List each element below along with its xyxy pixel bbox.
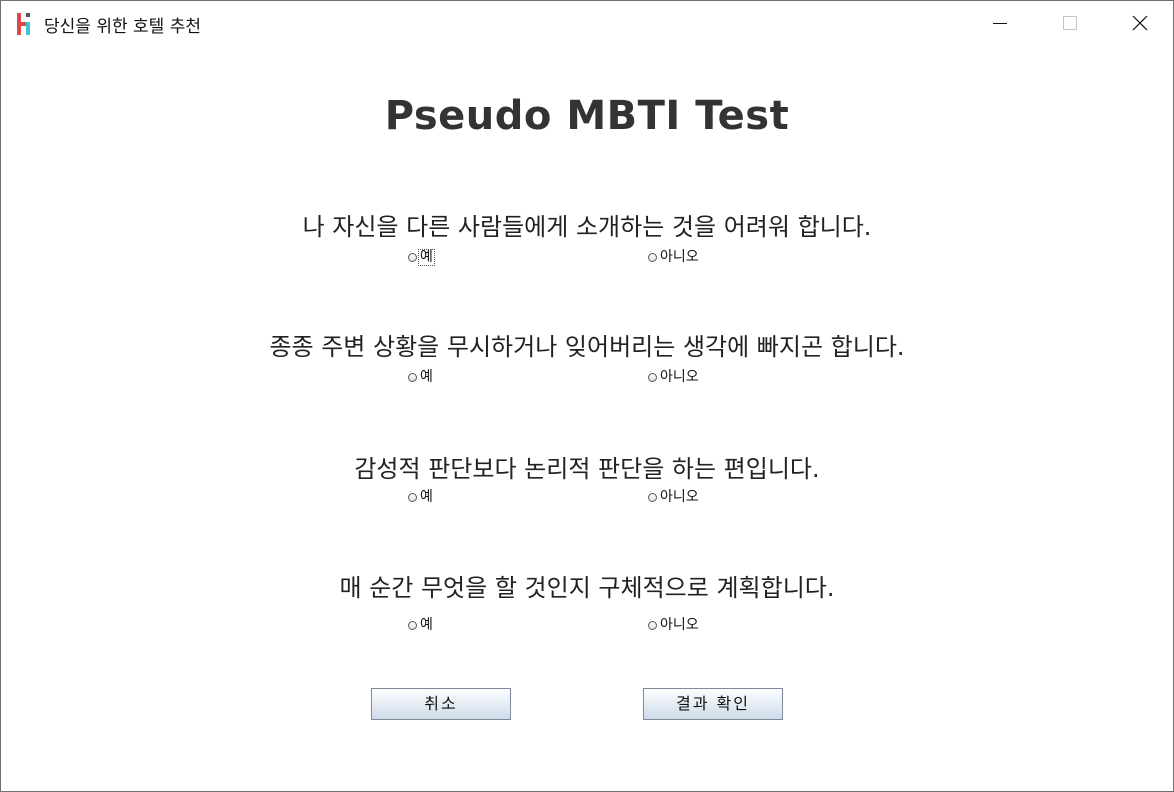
- minimize-icon: [993, 23, 1007, 24]
- radio-circle[interactable]: [648, 372, 657, 382]
- radio-yes-label[interactable]: 예: [419, 617, 434, 633]
- app-logo-icon: [17, 13, 30, 35]
- question-3: 감성적 판단보다 논리적 판단을 하는 편입니다. 예 아니오: [1, 449, 1173, 519]
- radio-yes-label[interactable]: 예: [419, 489, 434, 505]
- radio-no[interactable]: 아니오: [648, 489, 700, 505]
- radio-yes[interactable]: 예: [408, 489, 434, 505]
- maximize-button[interactable]: [1035, 1, 1105, 45]
- close-icon: [1132, 15, 1148, 31]
- cancel-button[interactable]: 취소: [371, 688, 511, 720]
- question-2: 종종 주변 상황을 무시하거나 잊어버리는 생각에 빠지곤 합니다. 예 아니오: [1, 327, 1173, 397]
- app-window: 당신을 위한 호텔 추천 Pseudo MBTI Test 나 자신을 다른 사…: [0, 0, 1174, 792]
- question-text: 매 순간 무엇을 할 것인지 구체적으로 계획합니다.: [339, 574, 835, 602]
- question-text: 감성적 판단보다 논리적 판단을 하는 편입니다.: [354, 455, 820, 483]
- radio-no[interactable]: 아니오: [648, 369, 700, 385]
- radio-no-label[interactable]: 아니오: [659, 369, 700, 385]
- radio-circle[interactable]: [408, 372, 417, 382]
- radio-circle[interactable]: [408, 492, 417, 502]
- radio-circle[interactable]: [648, 252, 657, 262]
- minimize-button[interactable]: [965, 1, 1035, 45]
- radio-circle[interactable]: [648, 492, 657, 502]
- radio-yes-label[interactable]: 예: [419, 369, 434, 385]
- radio-circle[interactable]: [408, 620, 417, 630]
- page-title: Pseudo MBTI Test: [384, 93, 790, 139]
- radio-no[interactable]: 아니오: [648, 249, 700, 265]
- radio-no-label[interactable]: 아니오: [659, 249, 700, 265]
- title-bar: 당신을 위한 호텔 추천: [1, 1, 1173, 45]
- question-text: 종종 주변 상황을 무시하거나 잊어버리는 생각에 빠지곤 합니다.: [269, 333, 905, 361]
- close-button[interactable]: [1105, 1, 1174, 45]
- radio-no-label[interactable]: 아니오: [659, 489, 700, 505]
- question-text: 나 자신을 다른 사람들에게 소개하는 것을 어려워 합니다.: [302, 213, 872, 241]
- question-1: 나 자신을 다른 사람들에게 소개하는 것을 어려워 합니다. 예 아니오: [1, 207, 1173, 277]
- view-result-button[interactable]: 결과 확인: [643, 688, 783, 720]
- radio-circle[interactable]: [648, 620, 657, 630]
- radio-yes-label[interactable]: 예: [418, 248, 435, 266]
- radio-yes[interactable]: 예: [408, 617, 434, 633]
- maximize-icon: [1063, 16, 1077, 30]
- window-title: 당신을 위한 호텔 추천: [44, 17, 201, 37]
- radio-no-label[interactable]: 아니오: [659, 617, 700, 633]
- question-4: 매 순간 무엇을 할 것인지 구체적으로 계획합니다. 예 아니오: [1, 568, 1173, 638]
- radio-yes[interactable]: 예: [408, 248, 435, 266]
- radio-no[interactable]: 아니오: [648, 617, 700, 633]
- radio-yes[interactable]: 예: [408, 369, 434, 385]
- radio-circle[interactable]: [408, 252, 417, 262]
